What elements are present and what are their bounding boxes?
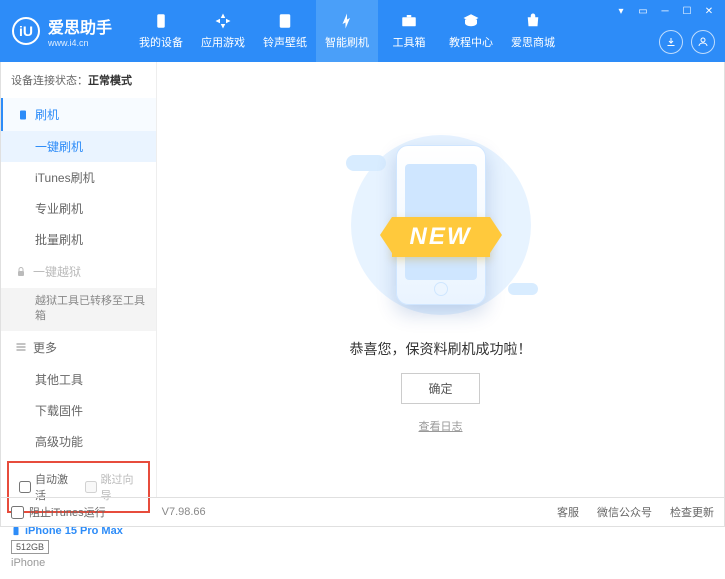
app-title: 爱思助手: [48, 14, 112, 38]
main-content: NEW 恭喜您，保资料刷机成功啦！ 确定 查看日志: [157, 62, 724, 497]
success-illustration: NEW: [326, 125, 556, 325]
sidebar-item-firmware[interactable]: 下载固件: [1, 395, 156, 426]
device-status: 设备连接状态：正常模式: [1, 62, 156, 98]
sidebar-item-pro[interactable]: 专业刷机: [1, 193, 156, 224]
device-info: iPhone 15 Pro Max 512GB iPhone: [1, 519, 156, 579]
window-controls: ▾ ▭ ─ ☐ ✕: [611, 4, 719, 18]
sidebar-item-advanced[interactable]: 高级功能: [1, 426, 156, 457]
nav-ringtones[interactable]: 铃声壁纸: [254, 0, 316, 62]
lock-icon: [15, 266, 27, 278]
minimize-icon[interactable]: ─: [655, 4, 675, 18]
sidebar-item-batch[interactable]: 批量刷机: [1, 224, 156, 255]
version-label: V7.98.66: [162, 506, 206, 518]
nav-tutorials[interactable]: 教程中心: [440, 0, 502, 62]
device-storage: 512GB: [11, 540, 49, 554]
ok-button[interactable]: 确定: [401, 373, 479, 404]
nav-flash[interactable]: 智能刷机: [316, 0, 378, 62]
footer-link-update[interactable]: 检查更新: [670, 504, 714, 520]
status-bar: 阻止iTunes运行 V7.98.66 客服 微信公众号 检查更新: [0, 497, 725, 527]
footer-link-support[interactable]: 客服: [557, 504, 579, 520]
sidebar-section-flash[interactable]: 刷机: [1, 98, 156, 131]
view-log-link[interactable]: 查看日志: [419, 418, 463, 434]
download-button[interactable]: [659, 30, 683, 54]
sidebar: 设备连接状态：正常模式 刷机 一键刷机 iTunes刷机 专业刷机 批量刷机 一…: [1, 62, 157, 497]
sidebar-item-other[interactable]: 其他工具: [1, 364, 156, 395]
logo-icon: iU: [12, 17, 40, 45]
skin-icon[interactable]: ▭: [633, 4, 653, 18]
sidebar-section-more[interactable]: 更多: [1, 331, 156, 364]
checkbox-block-itunes[interactable]: 阻止iTunes运行: [11, 504, 106, 520]
jailbreak-note: 越狱工具已转移至工具箱: [1, 288, 156, 331]
device-type: iPhone: [11, 557, 146, 569]
app-subtitle: www.i4.cn: [48, 38, 112, 48]
logo: iU 爱思助手 www.i4.cn: [12, 14, 112, 48]
sidebar-item-itunes[interactable]: iTunes刷机: [1, 162, 156, 193]
success-message: 恭喜您，保资料刷机成功啦！: [350, 339, 532, 359]
list-icon: [15, 341, 27, 353]
footer-link-wechat[interactable]: 微信公众号: [597, 504, 652, 520]
nav-store[interactable]: 爱思商城: [502, 0, 564, 62]
nav-my-device[interactable]: 我的设备: [130, 0, 192, 62]
close-icon[interactable]: ✕: [699, 4, 719, 18]
app-header: iU 爱思助手 www.i4.cn 我的设备 应用游戏 铃声壁纸 智能刷机 工具…: [0, 0, 725, 62]
sidebar-item-oneclick[interactable]: 一键刷机: [1, 131, 156, 162]
nav-apps[interactable]: 应用游戏: [192, 0, 254, 62]
user-button[interactable]: [691, 30, 715, 54]
main-nav: 我的设备 应用游戏 铃声壁纸 智能刷机 工具箱 教程中心 爱思商城: [130, 0, 564, 62]
new-ribbon: NEW: [392, 217, 490, 257]
maximize-icon[interactable]: ☐: [677, 4, 697, 18]
nav-toolbox[interactable]: 工具箱: [378, 0, 440, 62]
sidebar-section-jailbreak: 一键越狱: [1, 255, 156, 288]
menu-icon[interactable]: ▾: [611, 4, 631, 18]
